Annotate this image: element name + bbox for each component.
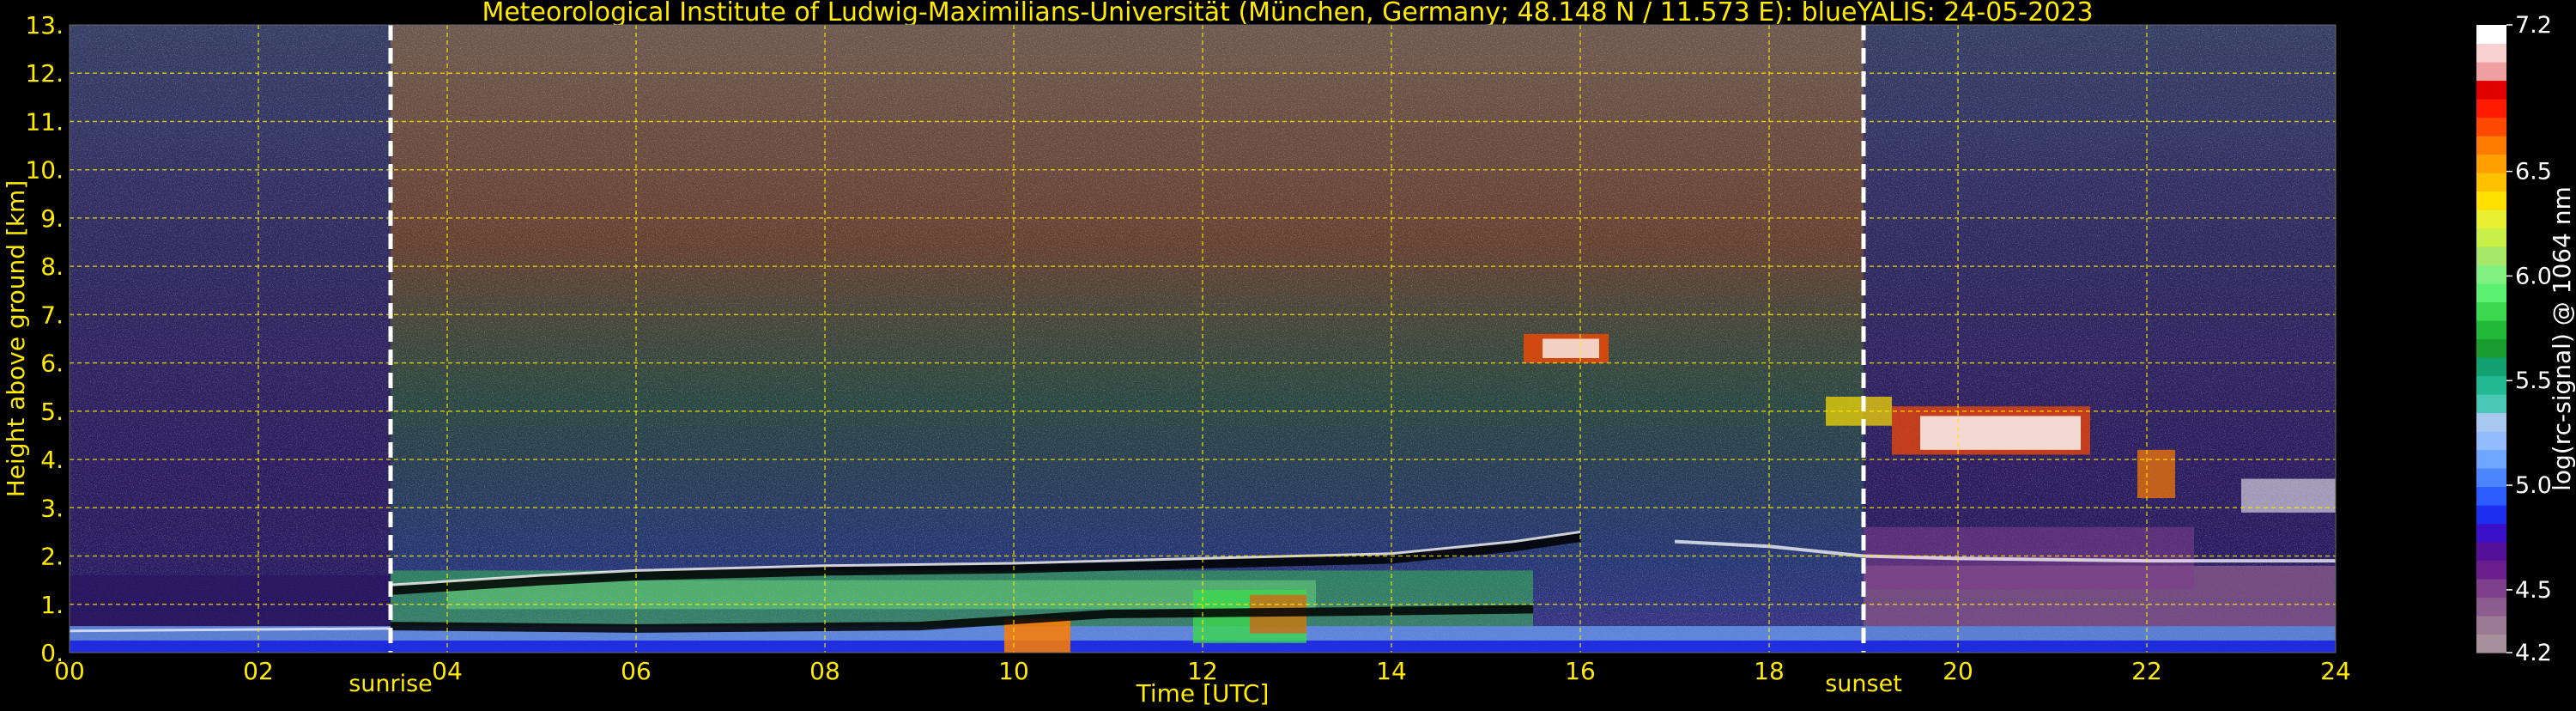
- colorbar-segment: [2476, 523, 2506, 543]
- lidar-chart-svg: Meteorological Institute of Ludwig-Maxim…: [2, 0, 2576, 708]
- colorbar-segment: [2476, 431, 2506, 451]
- lidar-chart: Meteorological Institute of Ludwig-Maxim…: [0, 0, 2576, 708]
- colorbar-segment: [2476, 579, 2506, 599]
- colorbar-segment: [2476, 542, 2506, 562]
- y-tick-label: 4.: [40, 446, 64, 474]
- colorbar-segment: [2476, 136, 2506, 155]
- sunrise-label: sunrise: [349, 671, 433, 697]
- chart-title: Meteorological Institute of Ludwig-Maxim…: [482, 0, 2093, 27]
- y-tick-label: 12.: [25, 59, 64, 88]
- colorbar-segment: [2476, 99, 2506, 118]
- colorbar-segment: [2476, 43, 2506, 63]
- y-tick-label: 1.: [40, 591, 64, 619]
- colorbar-segment: [2476, 210, 2506, 229]
- x-tick-label: 20: [1943, 657, 1973, 685]
- colorbar-segment: [2476, 486, 2506, 506]
- colorbar-tick-label: 5.5: [2515, 368, 2552, 394]
- colorbar-segment: [2476, 154, 2506, 173]
- colorbar-label: log(rc-signal) @ 1064 nm: [2548, 186, 2576, 491]
- x-tick-label: 14: [1376, 657, 1407, 685]
- cloud-layer: [1920, 416, 2081, 450]
- y-tick-label: 8.: [40, 252, 64, 281]
- colorbar-segment: [2476, 560, 2506, 580]
- y-axis-label: Height above ground [km]: [2, 180, 30, 498]
- colorbar-tick-label: 4.2: [2515, 640, 2552, 666]
- colorbar-tick-label: 4.5: [2515, 577, 2552, 604]
- colorbar-segment: [2476, 634, 2506, 653]
- y-tick-label: 9.: [40, 204, 64, 233]
- colorbar-segment: [2476, 357, 2506, 377]
- y-tick-label: 7.: [40, 301, 64, 329]
- colorbar-ticks: 4.2 4.5 5.0 5.5 6.0 6.5 7.2: [2506, 12, 2552, 666]
- colorbar-segment: [2476, 375, 2506, 395]
- y-tick-label: 0.: [40, 639, 64, 667]
- x-tick-label: 08: [809, 657, 840, 685]
- colorbar-segment: [2476, 264, 2506, 284]
- colorbar-segment: [2476, 449, 2506, 469]
- x-tick-label: 04: [432, 657, 463, 685]
- colorbar-tick-label: 6.5: [2515, 159, 2552, 185]
- colorbar-segment: [2476, 228, 2506, 247]
- colorbar-segment: [2476, 62, 2506, 82]
- x-tick-label: 24: [2320, 657, 2351, 685]
- colorbar-segment: [2476, 25, 2506, 45]
- colorbar-tick-label: 5.0: [2515, 472, 2552, 499]
- y-tick-label: 10.: [25, 156, 64, 185]
- colorbar-segment: [2476, 320, 2506, 340]
- y-tick-label: 13.: [25, 11, 64, 40]
- x-tick-label: 16: [1565, 657, 1596, 685]
- x-tick-label: 06: [621, 657, 652, 685]
- colorbar-segment: [2476, 616, 2506, 635]
- y-tick-label: 5.: [40, 398, 64, 426]
- colorbar-segment: [2476, 597, 2506, 617]
- y-tick-label: 3.: [40, 494, 64, 522]
- x-tick-label: 02: [243, 657, 274, 685]
- colorbar-segment: [2476, 394, 2506, 414]
- colorbar-segment: [2476, 505, 2506, 525]
- colorbar-segment: [2476, 338, 2506, 358]
- y-tick-label: 11.: [25, 107, 64, 136]
- cloud-layer: [1826, 396, 1892, 426]
- night-layer: [70, 575, 391, 627]
- colorbar-segment: [2476, 191, 2506, 210]
- x-tick-label: 10: [998, 657, 1029, 685]
- colorbar-segment: [2476, 412, 2506, 432]
- colorbar-segment: [2476, 173, 2506, 192]
- x-axis-label: Time [UTC]: [1136, 679, 1270, 708]
- colorbar-segment: [2476, 80, 2506, 100]
- cloud-layer: [2137, 449, 2175, 499]
- colorbar: [2476, 25, 2506, 653]
- x-tick-label: 22: [2131, 657, 2162, 685]
- colorbar-tick-label: 6.0: [2515, 263, 2552, 289]
- colorbar-segment: [2476, 283, 2506, 303]
- y-tick-label: 6.: [40, 349, 64, 378]
- colorbar-segment: [2476, 468, 2506, 488]
- y-axis: 0. 1. 2. 3. 4. 5. 6. 7. 8. 9. 10. 11. 12. 13.: [25, 11, 64, 667]
- colorbar-segment: [2476, 117, 2506, 137]
- colorbar-segment: [2476, 246, 2506, 266]
- y-tick-label: 2.: [40, 543, 64, 571]
- sunset-label: sunset: [1825, 671, 1902, 697]
- colorbar-segment: [2476, 301, 2506, 321]
- colorbar-tick-label: 7.2: [2515, 12, 2552, 39]
- x-tick-label: 18: [1754, 657, 1785, 685]
- cloud-layer: [1543, 338, 1599, 358]
- plot-area: [70, 25, 2336, 653]
